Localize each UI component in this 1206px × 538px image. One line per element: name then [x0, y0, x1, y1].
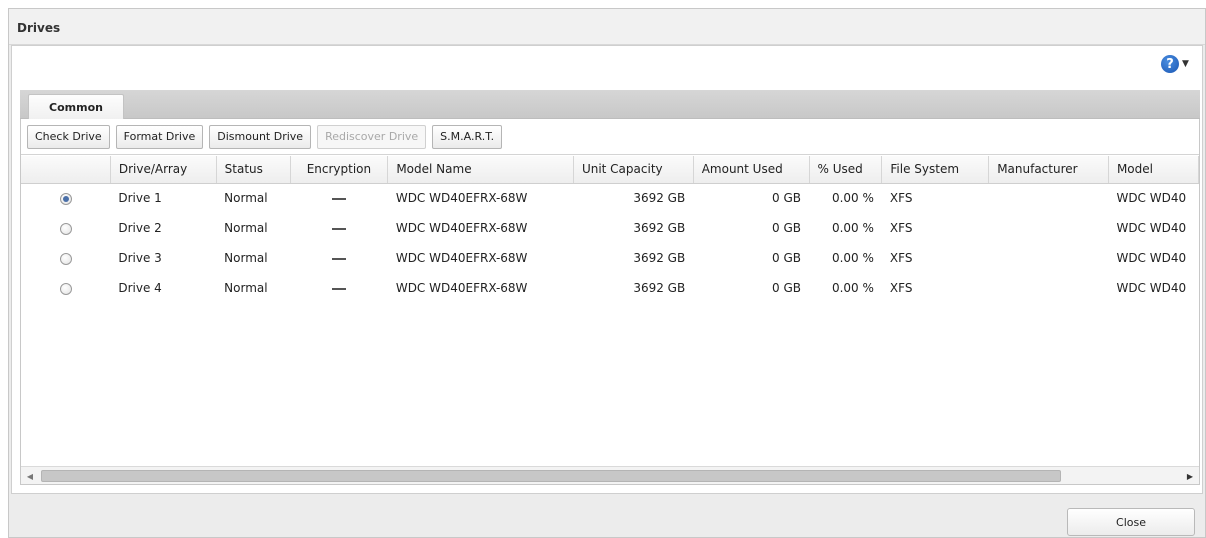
table-header-row: Drive/Array Status Encryption Model Name… — [21, 156, 1199, 184]
status-cell: Normal — [224, 251, 268, 265]
capacity-cell: 3692 GB — [633, 281, 686, 295]
tab-panel-common: Check Drive Format Drive Dismount Drive … — [20, 119, 1200, 485]
scroll-thumb[interactable] — [41, 470, 1061, 482]
amount-used-cell: 0 GB — [772, 251, 802, 265]
drive-grid: Drive/Array Status Encryption Model Name… — [21, 156, 1199, 466]
capacity-cell: 3692 GB — [633, 191, 686, 206]
file-system-cell: XFS — [889, 281, 913, 295]
table-row[interactable]: Drive 1 Normal WDC WD40EFRX-68W 3692 GB … — [21, 183, 1199, 213]
model-name-cell: WDC WD40EFRX-68W — [395, 221, 528, 235]
file-system-cell: XFS — [889, 191, 913, 206]
dash-icon — [331, 287, 346, 290]
table-row[interactable]: Drive 3 Normal WDC WD40EFRX-68W 3692 GB … — [21, 243, 1199, 273]
scroll-left-icon[interactable]: ◀ — [23, 469, 37, 483]
model-cell: WDC WD40 — [1116, 221, 1187, 235]
drives-dialog: Drives ? ▼ Common Check Drive Format Dri… — [8, 8, 1206, 538]
model-name-cell: WDC WD40EFRX-68W — [395, 251, 528, 265]
col-unit-capacity[interactable]: Unit Capacity — [573, 156, 694, 184]
dash-icon — [331, 197, 346, 200]
tab-strip: Common — [20, 90, 1200, 120]
table-row[interactable]: Drive 2 Normal WDC WD40EFRX-68W 3692 GB … — [21, 213, 1199, 243]
status-cell: Normal — [224, 221, 268, 235]
help-icon: ? — [1161, 55, 1180, 73]
dash-icon — [331, 257, 346, 260]
title-bar: Drives — [9, 9, 1205, 45]
dash-icon — [331, 227, 346, 230]
drive-cell: Drive 1 — [118, 191, 162, 206]
check-drive-button[interactable]: Check Drive — [27, 124, 110, 149]
encryption-cell — [290, 213, 388, 243]
row-select-cell[interactable] — [21, 183, 110, 213]
file-system-cell: XFS — [889, 221, 913, 235]
percent-used-cell: 0.00 % — [831, 251, 874, 265]
col-model-name[interactable]: Model Name — [387, 156, 574, 184]
dismount-drive-button[interactable]: Dismount Drive — [209, 124, 312, 149]
row-select-cell[interactable] — [21, 273, 110, 303]
drive-toolbar: Check Drive Format Drive Dismount Drive … — [21, 119, 1199, 155]
model-name-cell: WDC WD40EFRX-68W — [395, 281, 528, 295]
model-cell: WDC WD40 — [1116, 251, 1187, 265]
format-drive-button[interactable]: Format Drive — [115, 124, 204, 149]
percent-used-cell: 0.00 % — [831, 281, 874, 295]
col-encryption[interactable]: Encryption — [290, 156, 389, 184]
drive-cell: Drive 2 — [118, 221, 162, 235]
model-cell: WDC WD40 — [1116, 191, 1187, 206]
close-button[interactable]: Close — [1067, 508, 1195, 536]
encryption-cell — [290, 273, 388, 303]
manufacturer-cell — [989, 243, 1109, 273]
encryption-cell — [290, 183, 388, 213]
rediscover-drive-button[interactable]: Rediscover Drive — [317, 124, 427, 149]
help-menu-button[interactable]: ? ▼ — [1154, 51, 1196, 77]
manufacturer-cell — [989, 183, 1109, 213]
model-cell: WDC WD40 — [1116, 281, 1187, 295]
radio-button-selected[interactable] — [59, 192, 72, 205]
tab-common[interactable]: Common — [28, 94, 124, 120]
col-status[interactable]: Status — [216, 156, 291, 184]
status-cell: Normal — [224, 191, 268, 206]
percent-used-cell: 0.00 % — [831, 221, 874, 235]
capacity-cell: 3692 GB — [633, 221, 686, 235]
amount-used-cell: 0 GB — [772, 281, 802, 295]
encryption-cell — [290, 243, 388, 273]
col-drive-array[interactable]: Drive/Array — [110, 156, 217, 184]
scroll-right-icon[interactable]: ▶ — [1183, 469, 1197, 483]
row-select-cell[interactable] — [21, 213, 110, 243]
manufacturer-cell — [989, 273, 1109, 303]
drive-cell: Drive 4 — [118, 281, 162, 295]
capacity-cell: 3692 GB — [633, 251, 686, 265]
smart-button[interactable]: S.M.A.R.T. — [432, 124, 503, 149]
dialog-content: ? ▼ Common Check Drive Format Drive Dism… — [11, 45, 1203, 494]
radio-button[interactable] — [59, 252, 72, 265]
col-percent-used[interactable]: % Used — [809, 156, 883, 184]
status-cell: Normal — [224, 281, 268, 295]
amount-used-cell: 0 GB — [772, 221, 802, 235]
col-file-system[interactable]: File System — [881, 156, 990, 184]
dialog-title: Drives — [17, 21, 61, 35]
model-name-cell: WDC WD40EFRX-68W — [395, 191, 528, 206]
file-system-cell: XFS — [889, 251, 913, 265]
radio-button[interactable] — [59, 222, 72, 235]
chevron-down-icon: ▼ — [1182, 59, 1189, 69]
table-row[interactable]: Drive 4 Normal WDC WD40EFRX-68W 3692 GB … — [21, 273, 1199, 303]
manufacturer-cell — [989, 213, 1109, 243]
col-manufacturer[interactable]: Manufacturer — [988, 156, 1109, 184]
row-select-cell[interactable] — [21, 243, 110, 273]
drive-cell: Drive 3 — [118, 251, 162, 265]
radio-button[interactable] — [59, 282, 72, 295]
col-amount-used[interactable]: Amount Used — [693, 156, 810, 184]
drive-table: Drive/Array Status Encryption Model Name… — [21, 156, 1199, 303]
amount-used-cell: 0 GB — [772, 191, 802, 206]
col-model[interactable]: Model — [1108, 156, 1199, 184]
horizontal-scrollbar[interactable]: ◀ ▶ — [21, 466, 1199, 484]
col-select[interactable] — [21, 156, 111, 184]
percent-used-cell: 0.00 % — [831, 191, 874, 206]
